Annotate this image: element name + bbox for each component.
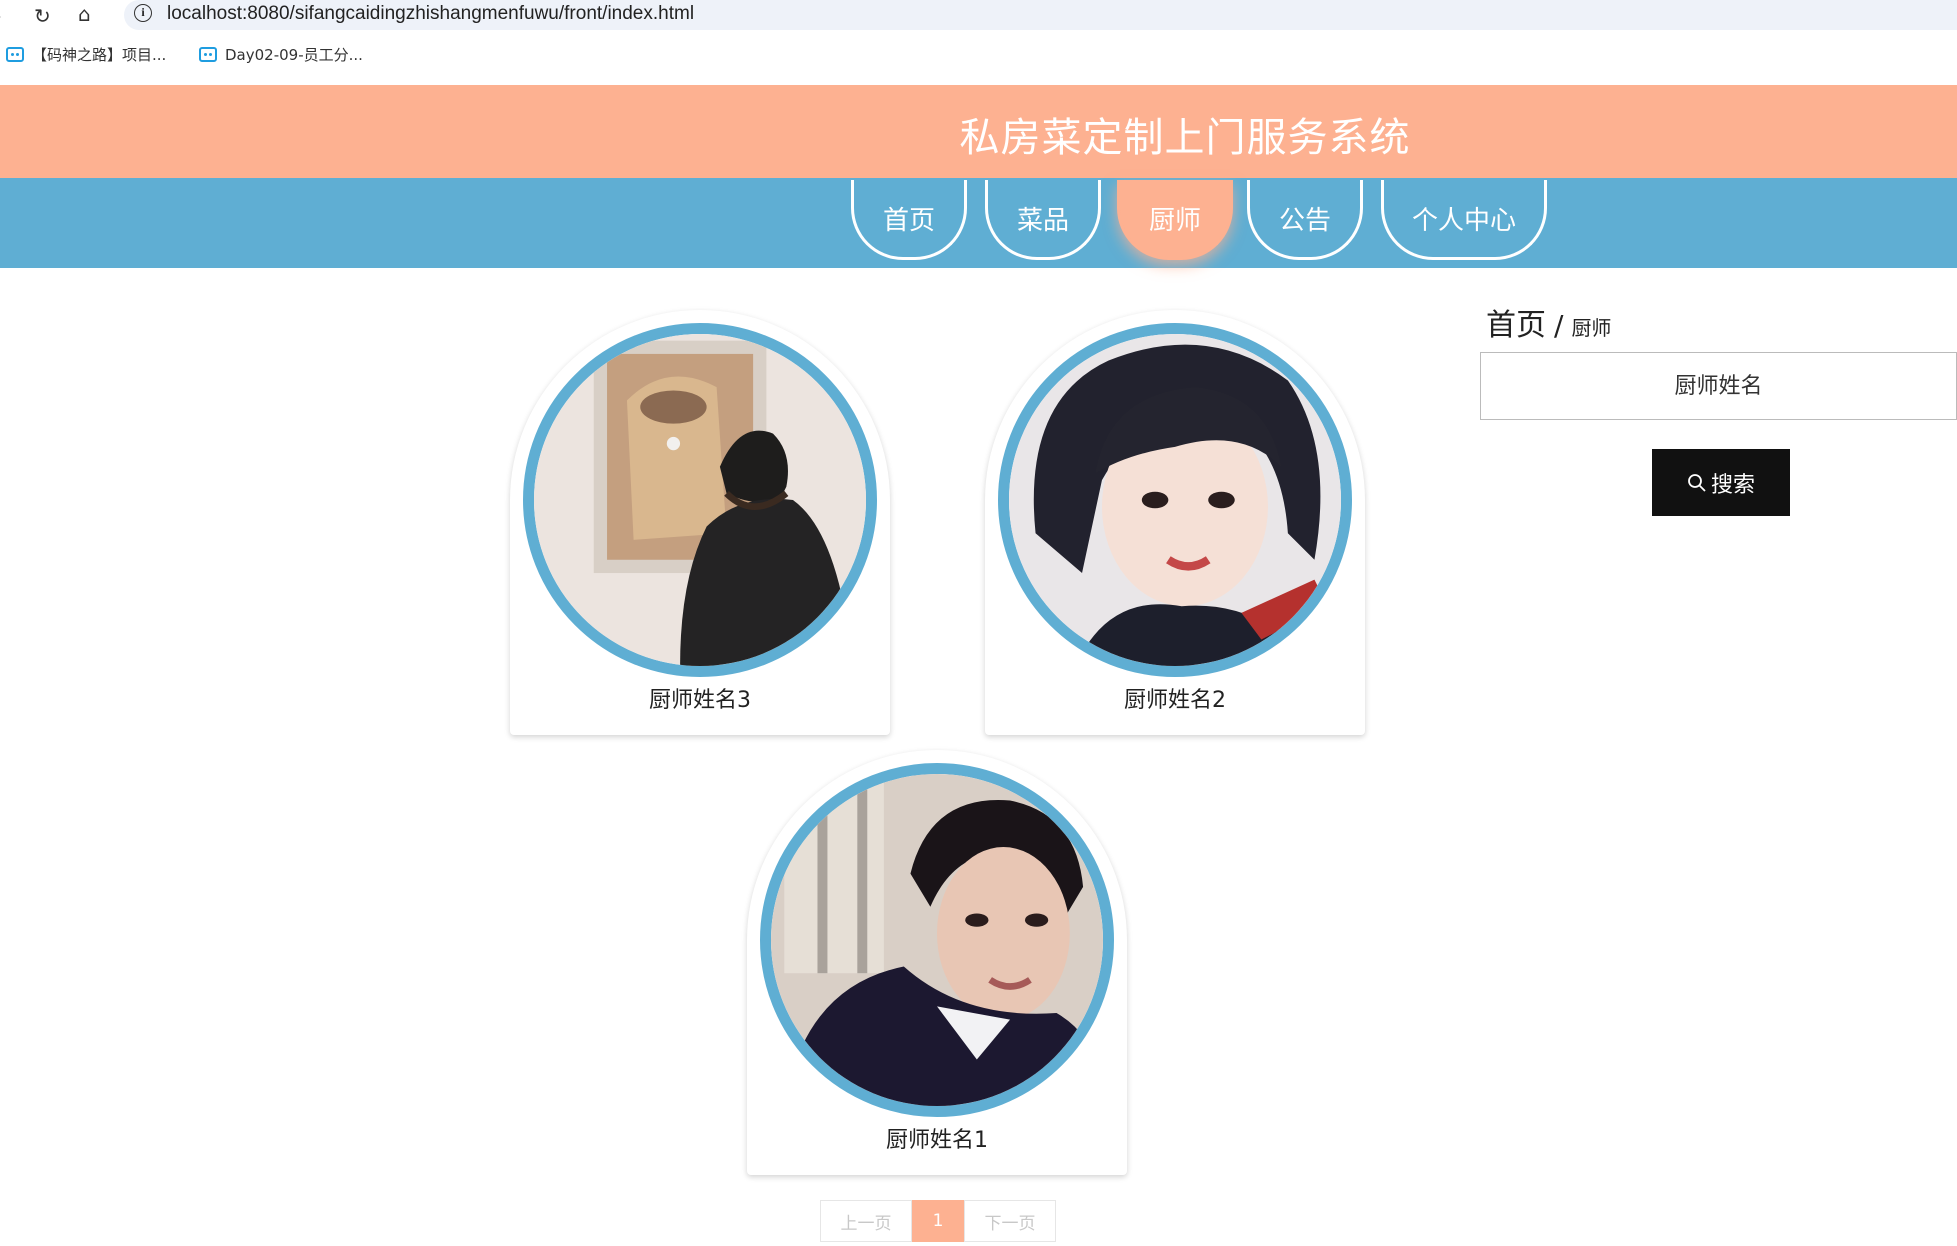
address-bar[interactable]: i localhost:8080/sifangcaidingzhishangme… <box>124 0 1957 30</box>
page-number-current[interactable]: 1 <box>912 1200 964 1242</box>
next-page-button[interactable]: 下一页 <box>964 1200 1056 1242</box>
chef-name: 厨师姓名1 <box>886 1128 988 1153</box>
bilibili-icon <box>199 47 217 62</box>
prev-page-button[interactable]: 上一页 <box>820 1200 912 1242</box>
bilibili-icon <box>6 47 24 62</box>
site-title: 私房菜定制上门服务系统 <box>959 115 1411 161</box>
breadcrumb-separator: / <box>1554 309 1564 342</box>
chef-card[interactable]: 厨师姓名1 <box>747 750 1127 1175</box>
chef-photo[interactable] <box>760 763 1114 1117</box>
bookmark-item[interactable]: Day02-09-员工分... <box>199 44 363 65</box>
pagination: 上一页 1 下一页 <box>820 1200 1056 1242</box>
search-button[interactable]: 搜索 <box>1652 449 1790 516</box>
chef-photo[interactable] <box>523 323 877 677</box>
bookmarks-bar: 【码神之路】项目... Day02-09-员工分... <box>0 44 1957 74</box>
chef-photo[interactable] <box>998 323 1352 677</box>
nav-item-chefs[interactable]: 厨师 <box>1117 180 1233 260</box>
chef-card[interactable]: 厨师姓名3 <box>510 310 890 735</box>
search-button-label: 搜索 <box>1710 471 1755 497</box>
nav-item-announcements[interactable]: 公告 <box>1247 180 1363 260</box>
main-nav: 首页 菜品 厨师 公告 个人中心 <box>0 178 1957 268</box>
site-info-icon[interactable]: i <box>134 4 152 22</box>
browser-toolbar: › ↻ ⌂ i localhost:8080/sifangcaidingzhis… <box>0 0 1957 30</box>
chef-card[interactable]: 厨师姓名2 <box>985 310 1365 735</box>
chef-name-search-input[interactable] <box>1480 352 1957 420</box>
breadcrumb-current: 厨师 <box>1571 316 1612 340</box>
bookmark-label: 【码神之路】项目... <box>32 46 167 64</box>
bookmark-item[interactable]: 【码神之路】项目... <box>6 44 166 65</box>
bookmark-label: Day02-09-员工分... <box>225 46 363 64</box>
chef-name: 厨师姓名3 <box>649 688 751 713</box>
chef-name: 厨师姓名2 <box>1124 688 1226 713</box>
search-icon <box>1688 473 1706 492</box>
breadcrumb-home[interactable]: 首页 <box>1486 300 1546 344</box>
url-text: localhost:8080/sifangcaidingzhishangmenf… <box>167 3 695 24</box>
reload-icon[interactable]: ↻ <box>34 4 51 28</box>
breadcrumb: 首页 / 厨师 <box>1486 300 1611 344</box>
home-icon[interactable]: ⌂ <box>78 2 91 26</box>
nav-item-profile[interactable]: 个人中心 <box>1381 180 1547 260</box>
nav-item-home[interactable]: 首页 <box>851 180 967 260</box>
nav-item-dishes[interactable]: 菜品 <box>985 180 1101 260</box>
forward-icon[interactable]: › <box>0 4 2 28</box>
site-header: 私房菜定制上门服务系统 <box>0 85 1957 178</box>
